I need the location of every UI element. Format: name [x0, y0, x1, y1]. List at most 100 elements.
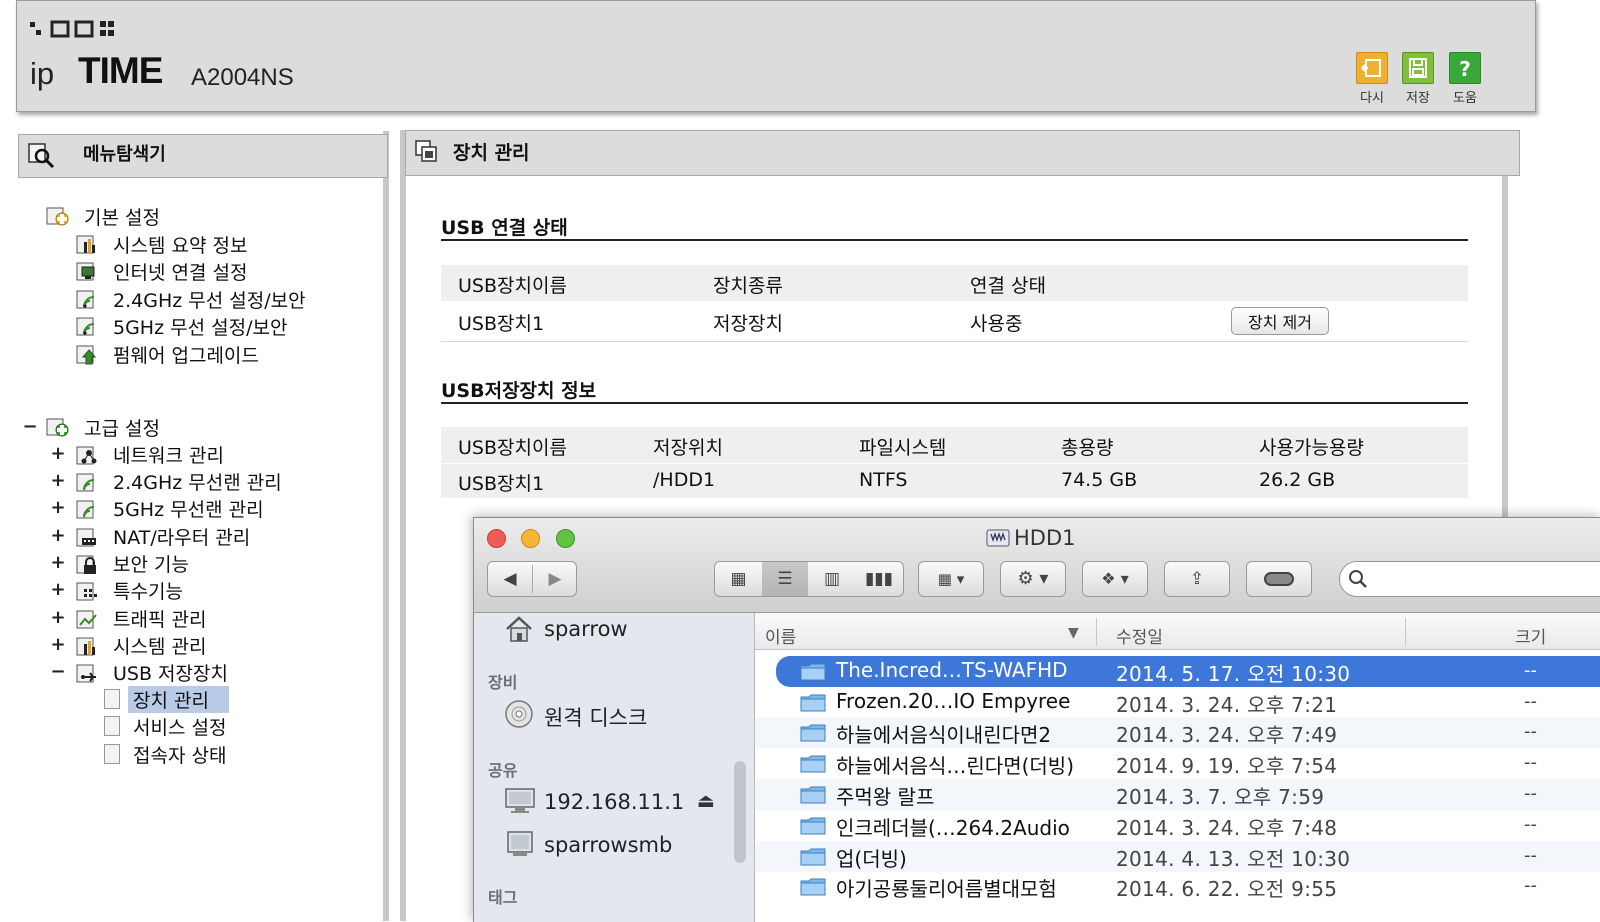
expand-nat-toggle[interactable]: + — [50, 525, 66, 546]
remove-device-button[interactable]: 장치 제거 — [1231, 307, 1329, 335]
column-header-size[interactable]: 크기 — [1515, 623, 1546, 648]
expand-system-toggle[interactable]: + — [50, 634, 66, 655]
sidebar-item-shared-ip[interactable]: 192.168.11.1 — [544, 790, 684, 814]
usb-status-header-row — [441, 265, 1468, 301]
forward-arrow-icon[interactable]: ▶ — [534, 562, 576, 596]
menu-item-internet[interactable]: 인터넷 연결 설정 — [113, 258, 247, 285]
refresh-button[interactable] — [1356, 52, 1388, 84]
file-name[interactable]: Frozen.20…IO Empyree — [836, 689, 1070, 713]
search-input[interactable] — [1339, 561, 1600, 597]
menu-basic-settings[interactable]: 기본 설정 — [84, 203, 160, 230]
file-date: 2014. 3. 24. 오후 7:21 — [1116, 693, 1338, 717]
wifi-5-icon — [76, 317, 95, 336]
brand-ip-text: ip — [30, 56, 55, 91]
collapse-usb-toggle[interactable]: − — [50, 661, 66, 682]
sidebar-item-remote-disc[interactable]: 원격 디스크 — [544, 702, 647, 732]
expand-network-toggle[interactable]: + — [50, 443, 66, 464]
expand-traffic-toggle[interactable]: + — [50, 607, 66, 628]
file-name[interactable]: 하늘에서음식이내린다면2 — [836, 719, 1051, 748]
sidebar-item-sparrowsmb[interactable]: sparrowsmb — [544, 833, 672, 857]
sidebar-item-home[interactable]: sparrow — [544, 617, 628, 641]
menu-item-wifi-5[interactable]: 5GHz 무선 설정/보안 — [113, 313, 287, 340]
menu-item-usb-storage[interactable]: USB 저장장치 — [113, 659, 228, 686]
menu-item-connected-users[interactable]: 접속자 상태 — [133, 741, 226, 768]
menu-item-network[interactable]: 네트워크 관리 — [113, 441, 224, 468]
sidebar-header-tags: 태그 — [488, 888, 518, 907]
help-button[interactable]: ? — [1449, 52, 1481, 84]
dropbox-icon[interactable]: ❖ ▾ — [1084, 562, 1146, 596]
file-size: -- — [1524, 783, 1537, 804]
file-name[interactable]: 주먹왕 랄프 — [836, 781, 934, 810]
save-label[interactable]: 저장 — [1394, 87, 1442, 106]
folder-advanced-icon — [46, 418, 69, 437]
file-date: 2014. 3. 24. 오후 7:48 — [1116, 816, 1338, 840]
folder-icon — [800, 786, 826, 804]
folder-icon — [800, 694, 826, 712]
network-icon — [76, 446, 97, 465]
folder-icon — [800, 848, 826, 866]
refresh-label[interactable]: 다시 — [1348, 87, 1396, 106]
wlan-5-icon — [76, 500, 95, 519]
menu-item-traffic[interactable]: 트래픽 관리 — [113, 605, 206, 632]
file-name[interactable]: 인크레더블(…264.2Audio — [836, 812, 1070, 841]
menu-item-service-settings[interactable]: 서비스 설정 — [133, 713, 226, 740]
wifi-24-icon — [76, 290, 95, 309]
arrange-icon[interactable]: ▦ ▾ — [920, 562, 982, 596]
column-header-modified[interactable]: 수정일 — [1116, 623, 1163, 648]
special-functions-icon — [76, 582, 97, 601]
col-total-capacity: 총용량 — [1061, 437, 1114, 459]
file-date: 2014. 3. 24. 오후 7:49 — [1116, 723, 1338, 747]
column-view-icon[interactable]: ▥ — [809, 562, 855, 596]
home-icon — [506, 616, 532, 642]
share-icon[interactable]: ⇪ — [1166, 562, 1228, 596]
back-arrow-icon[interactable]: ◀ — [489, 562, 531, 596]
folder-icon — [800, 878, 826, 896]
gear-icon[interactable]: ⚙ ▾ — [1002, 562, 1064, 596]
sidebar-scrollbar[interactable] — [734, 761, 746, 863]
menu-item-system-summary[interactable]: 시스템 요약 정보 — [113, 231, 247, 258]
menu-item-system-mgmt[interactable]: 시스템 관리 — [113, 632, 206, 659]
menu-item-wlan-24[interactable]: 2.4GHz 무선랜 관리 — [113, 468, 282, 495]
menu-item-firmware[interactable]: 펌웨어 업그레이드 — [113, 341, 259, 368]
column-separator[interactable] — [1096, 618, 1097, 646]
storage-location: /HDD1 — [653, 469, 716, 491]
sort-arrow-icon[interactable]: ▼ — [1068, 625, 1079, 641]
expand-security-toggle[interactable]: + — [50, 552, 66, 573]
expand-wlan24-toggle[interactable]: + — [50, 470, 66, 491]
expand-wlan5-toggle[interactable]: + — [50, 497, 66, 518]
save-button[interactable] — [1402, 52, 1434, 84]
column-header-name[interactable]: 이름 — [765, 623, 796, 648]
menu-item-security[interactable]: 보안 기능 — [113, 550, 189, 577]
router-model: A2004NS — [191, 64, 294, 91]
menu-item-wlan-5[interactable]: 5GHz 무선랜 관리 — [113, 495, 264, 522]
window-stack-icon — [415, 140, 437, 162]
minimize-window-button[interactable] — [521, 529, 540, 548]
menu-advanced-settings[interactable]: 고급 설정 — [84, 414, 160, 441]
file-name[interactable]: The.Incred…TS-WAFHD — [836, 658, 1068, 682]
menu-item-wifi-24[interactable]: 2.4GHz 무선 설정/보안 — [113, 286, 306, 313]
column-separator[interactable] — [1405, 618, 1406, 646]
zoom-window-button[interactable] — [556, 529, 575, 548]
file-name[interactable]: 아기공룡둘리어름별대모험 — [836, 873, 1057, 902]
network-server-icon — [507, 831, 533, 856]
menu-item-special[interactable]: 특수기능 — [113, 577, 183, 604]
col-connection-status: 연결 상태 — [970, 275, 1046, 297]
folder-icon — [800, 817, 826, 835]
brand-time-text: TIME — [78, 50, 163, 91]
eject-icon[interactable]: ⏏ — [697, 790, 715, 812]
list-view-icon[interactable]: ☰ — [762, 562, 808, 596]
system-summary-icon — [76, 235, 95, 254]
advanced-collapse-toggle[interactable]: − — [22, 416, 38, 437]
menu-item-device-manage[interactable]: 장치 관리 — [133, 686, 209, 713]
coverflow-view-icon[interactable]: ▮▮▮ — [856, 562, 902, 596]
file-name[interactable]: 하늘에서음식…린다면(더빙) — [836, 750, 1074, 779]
storage-device-name: USB장치1 — [458, 473, 545, 495]
refresh-icon — [1361, 59, 1381, 77]
expand-special-toggle[interactable]: + — [50, 579, 66, 600]
close-window-button[interactable] — [487, 529, 506, 548]
icon-view-icon[interactable]: ▦ — [716, 562, 761, 596]
file-date: 2014. 6. 22. 오전 9:55 — [1116, 877, 1338, 901]
help-label[interactable]: 도움 — [1441, 87, 1489, 106]
menu-item-nat[interactable]: NAT/라우터 관리 — [113, 523, 250, 550]
file-name[interactable]: 업(더빙) — [836, 843, 907, 872]
